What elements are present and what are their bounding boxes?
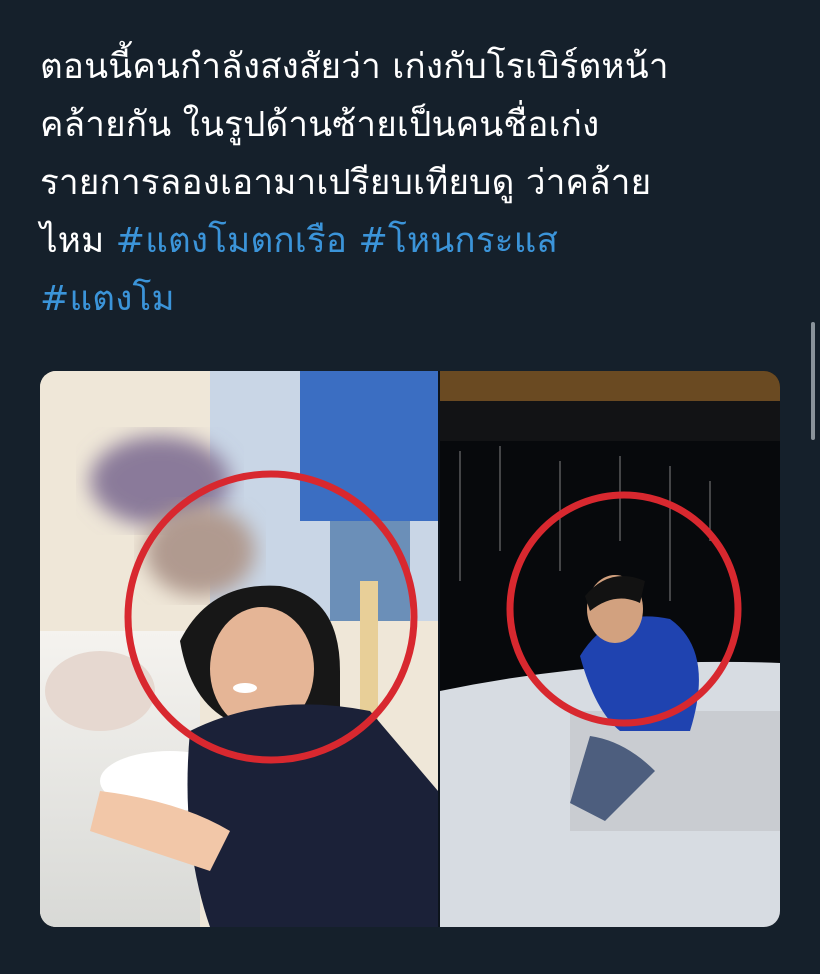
right-photo[interactable] xyxy=(440,371,780,927)
tweet-media[interactable] xyxy=(40,371,780,927)
tweet-line-2: คล้ายกัน ในรูปด้านซ้ายเป็นคนชื่อเก่ง xyxy=(40,105,600,145)
tweet-line-4: ไหม #แตงโมตกเรือ #โหนกระแส xyxy=(40,212,780,270)
hashtag-link[interactable]: #โหนกระแส xyxy=(358,221,558,261)
hashtag-link[interactable]: #แตงโม xyxy=(40,279,175,319)
left-photo-art xyxy=(40,371,438,927)
scrollbar[interactable] xyxy=(811,322,815,440)
tweet-line-4-prefix: ไหม xyxy=(40,221,116,261)
tweet-line-1: ตอนนี้คนกำลังสงสัยว่า เก่งกับโรเบิร์ตหน้… xyxy=(40,47,669,87)
tweet-line-5: #แตงโม xyxy=(40,270,780,328)
tweet-text: ตอนนี้คนกำลังสงสัยว่า เก่งกับโรเบิร์ตหน้… xyxy=(40,38,780,328)
hashtag-link[interactable]: #แตงโมตกเรือ xyxy=(116,221,347,261)
left-photo[interactable] xyxy=(40,371,438,927)
right-photo-art xyxy=(440,371,780,927)
tweet-line-3: รายการลองเอามาเปรียบเทียบดู ว่าคล้าย xyxy=(40,163,652,203)
